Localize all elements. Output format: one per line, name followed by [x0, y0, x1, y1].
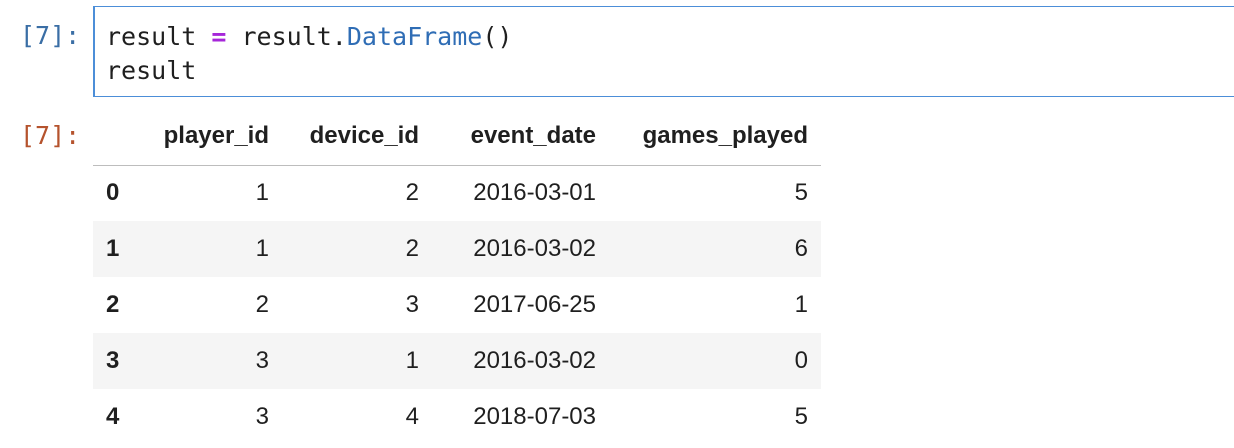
column-header-player-id: player_id — [137, 108, 282, 166]
code-token-var: result — [106, 22, 197, 51]
output-prompt: [7]: — [20, 121, 81, 150]
table-header-row: player_id device_id event_date games_pla… — [93, 108, 821, 166]
cell-device-id: 2 — [405, 179, 419, 207]
code-token-object: result. — [241, 22, 347, 51]
cell-event-date: 2018-07-03 — [473, 403, 596, 430]
row-index: 4 — [106, 403, 120, 430]
row-index: 2 — [106, 291, 120, 318]
cell-event-date: 2016-03-02 — [473, 347, 596, 374]
code-token-attribute: DataFrame — [346, 22, 483, 51]
cell-games-played: 1 — [794, 291, 808, 318]
cell-games-played: 6 — [794, 235, 808, 262]
row-index: 3 — [106, 347, 120, 374]
cell-player-id: 1 — [255, 235, 269, 262]
cell-output: player_id device_id event_date games_pla… — [93, 108, 821, 445]
column-header-device-id: device_id — [282, 108, 432, 166]
cell-device-id: 4 — [405, 403, 419, 430]
cell-device-id: 2 — [405, 235, 419, 262]
code-line-1: result = result.DataFrame() — [106, 20, 512, 54]
code-token-call: () — [482, 22, 513, 51]
code-line-2: result — [106, 56, 197, 85]
cell-player-id: 1 — [255, 179, 269, 207]
cell-device-id: 3 — [405, 291, 419, 318]
table-row: 3 3 1 2016-03-02 0 — [93, 333, 821, 389]
cell-event-date: 2017-06-25 — [473, 291, 596, 318]
input-prompt: [7]: — [20, 21, 81, 50]
cell-games-played: 0 — [794, 347, 808, 374]
code-token-assign: = — [211, 22, 227, 51]
cell-player-id: 3 — [255, 403, 269, 430]
cell-event-date: 2016-03-02 — [473, 235, 596, 262]
code-text[interactable]: result = result.DataFrame() result — [106, 20, 512, 88]
row-index: 1 — [106, 235, 120, 262]
cell-player-id: 3 — [255, 347, 269, 374]
row-index: 0 — [106, 179, 120, 207]
cell-games-played: 5 — [794, 179, 808, 207]
cell-event-date: 2016-03-01 — [473, 179, 596, 207]
dataframe-table: player_id device_id event_date games_pla… — [93, 108, 821, 445]
cell-player-id: 2 — [255, 291, 269, 318]
index-header — [93, 108, 137, 166]
column-header-event-date: event_date — [432, 108, 609, 166]
table-row: 4 3 4 2018-07-03 5 — [93, 389, 821, 445]
column-header-games-played: games_played — [609, 108, 821, 166]
cell-device-id: 1 — [405, 347, 419, 374]
table-row: 1 1 2 2016-03-02 6 — [93, 221, 821, 277]
cell-games-played: 5 — [794, 403, 808, 430]
code-cell-editor[interactable]: result = result.DataFrame() result — [93, 6, 1234, 97]
table-row: 0 1 2 2016-03-01 5 — [93, 165, 821, 221]
table-row: 2 2 3 2017-06-25 1 — [93, 277, 821, 333]
